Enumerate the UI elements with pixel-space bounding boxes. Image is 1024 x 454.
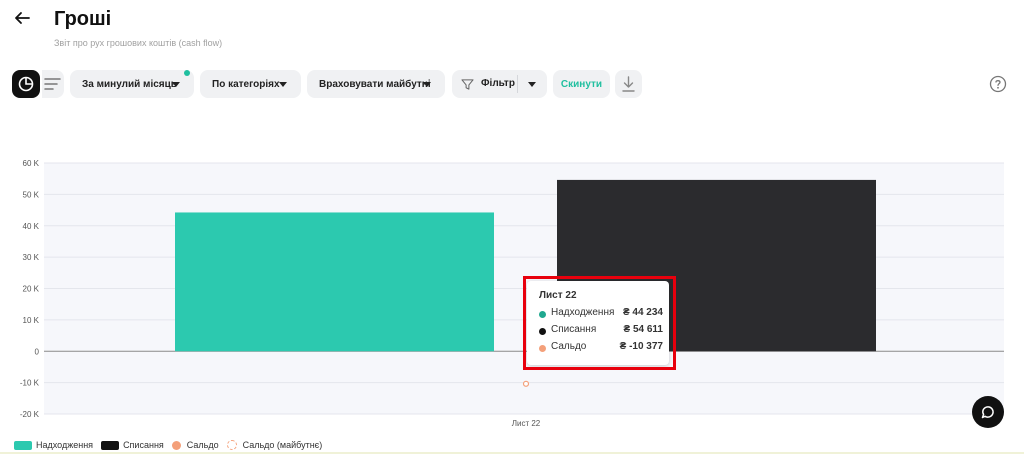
period-dropdown[interactable]: За минулий місяць — [70, 70, 194, 98]
highlight-annotation-box — [523, 276, 676, 370]
caret-down-icon — [423, 82, 431, 87]
legend-swatch — [171, 440, 181, 450]
y-tick-label: 60 K — [23, 159, 40, 168]
download-icon — [622, 76, 635, 92]
legend-swatch — [101, 440, 120, 450]
reset-button-label: Скинути — [560, 78, 603, 90]
chart-legend: Надходження Списання Сальдо Сальдо (майб… — [14, 438, 330, 452]
legend-item-income[interactable]: Надходження — [14, 440, 93, 450]
caret-down-icon — [279, 82, 287, 87]
legend-item-expense[interactable]: Списання — [101, 440, 164, 450]
chart-view-button[interactable] — [12, 70, 40, 98]
legend-label: Сальдо — [186, 440, 219, 450]
legend-label: Сальдо (майбутнє) — [242, 440, 323, 450]
filter-button[interactable]: Фільтр — [452, 70, 547, 98]
period-dropdown-label: За минулий місяць — [82, 78, 177, 90]
y-tick-label: 20 K — [23, 285, 40, 294]
y-tick-label: 50 K — [23, 190, 40, 199]
filter-icon — [461, 79, 474, 90]
list-view-button[interactable] — [42, 70, 64, 98]
page-header: Гроші Звіт про рух грошових коштів (cash… — [0, 0, 1024, 60]
help-icon[interactable] — [989, 75, 1007, 93]
y-tick-label: 10 K — [23, 316, 40, 325]
y-tick-label: -10 K — [20, 379, 40, 388]
filter-button-label: Фільтр — [481, 78, 515, 89]
legend-item-balance-future[interactable]: Сальдо (майбутнє) — [226, 440, 323, 450]
legend-swatch — [14, 440, 32, 450]
future-dropdown-label: Враховувати майбутні — [319, 78, 431, 90]
y-tick-label: -20 K — [20, 410, 40, 419]
download-button[interactable] — [615, 70, 642, 98]
reset-button[interactable]: Скинути — [553, 70, 610, 98]
balance-point — [522, 380, 530, 387]
y-tick-label: 0 — [35, 347, 40, 356]
caret-down-icon — [172, 82, 180, 87]
cashflow-chart: 60 K 50 K 40 K 30 K 20 K 10 K 0 -10 K -20 K Лист… — [20, 159, 1004, 428]
x-tick-label: Лист 22 — [512, 419, 541, 428]
chat-button[interactable] — [972, 396, 1004, 428]
page-subtitle: Звіт про рух грошових коштів (cash flow) — [54, 38, 223, 48]
legend-swatch — [226, 440, 237, 450]
active-filter-dot — [184, 70, 190, 76]
list-icon — [44, 78, 61, 90]
group-dropdown-label: По категоріях — [212, 78, 280, 90]
bar-income — [175, 212, 494, 352]
chat-bubble-icon — [981, 406, 994, 419]
legend-label: Списання — [123, 440, 164, 450]
back-arrow-icon[interactable] — [12, 8, 32, 28]
page-title: Гроші — [54, 8, 112, 30]
pie-chart-icon — [18, 76, 34, 92]
group-dropdown[interactable]: По категоріях — [200, 70, 301, 98]
y-tick-label: 40 K — [23, 222, 40, 231]
caret-down-icon[interactable] — [528, 82, 536, 87]
legend-label: Надходження — [36, 440, 94, 450]
future-dropdown[interactable]: Враховувати майбутні — [307, 70, 445, 98]
filter-divider — [517, 75, 518, 93]
toolbar: За минулий місяць По категоріях Враховув… — [12, 70, 1012, 98]
y-tick-label: 30 K — [23, 253, 40, 262]
legend-item-balance[interactable]: Сальдо — [171, 440, 219, 450]
